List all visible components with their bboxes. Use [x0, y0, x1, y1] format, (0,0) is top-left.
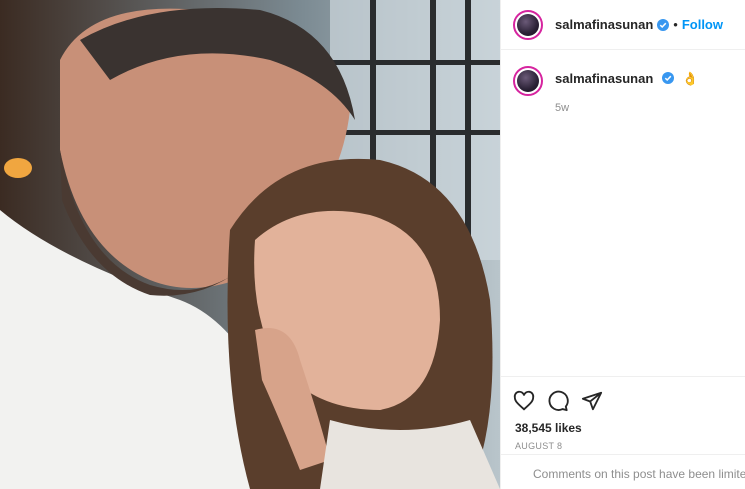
- verified-badge-icon: [657, 18, 670, 31]
- heart-icon[interactable]: [513, 390, 535, 412]
- comment-icon[interactable]: [547, 390, 569, 412]
- post-photo[interactable]: [0, 0, 500, 489]
- separator-dot: •: [673, 17, 678, 32]
- avatar-image: [517, 13, 539, 36]
- header-username[interactable]: salmafinasunan: [555, 17, 653, 32]
- photo-illustration: [0, 0, 500, 489]
- avatar[interactable]: [513, 9, 543, 40]
- comments-limited-notice: Comments on this post have been limited.: [501, 454, 745, 489]
- verified-badge-icon: [661, 72, 674, 84]
- post-header: salmafinasunan • Follow: [501, 0, 745, 50]
- caption-text: 👌: [682, 71, 699, 86]
- caption-timestamp[interactable]: 5w: [555, 102, 698, 114]
- caption-username[interactable]: salmafinasunan: [555, 71, 653, 86]
- likes-count[interactable]: 38,545 likes: [501, 417, 745, 435]
- follow-button[interactable]: Follow: [682, 17, 723, 32]
- caption: salmafinasunan 👌 5w: [501, 50, 745, 114]
- post-side-panel: salmafinasunan • Follow salmafinasunan 👌…: [500, 0, 745, 489]
- caption-avatar[interactable]: [513, 66, 543, 96]
- avatar-image: [517, 70, 539, 92]
- caption-body: salmafinasunan 👌 5w: [555, 66, 698, 114]
- share-icon[interactable]: [581, 390, 603, 412]
- post-date: AUGUST 8: [515, 441, 563, 451]
- actions-section: 38,545 likes AUGUST 8: [501, 376, 745, 451]
- action-bar: [501, 377, 745, 417]
